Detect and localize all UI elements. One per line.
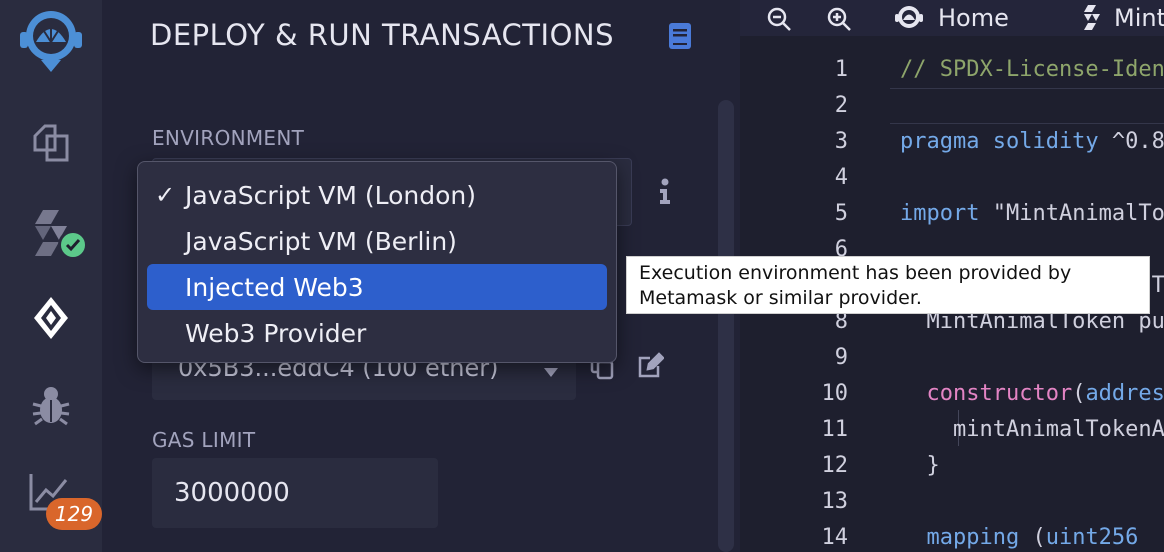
- code-text: mintAnimalTokenAddress: [900, 417, 1164, 442]
- code-token: }: [900, 453, 940, 478]
- code-token: ^0.8.0;: [1111, 129, 1164, 154]
- analysis-count-badge: 129: [46, 498, 102, 530]
- panel-title: DEPLOY & RUN TRANSACTIONS: [150, 18, 614, 52]
- debugger-bug-icon[interactable]: [0, 380, 102, 430]
- dropdown-option-label: Injected Web3: [185, 272, 364, 302]
- code-line[interactable]: 3 pragma solidity ^0.8.0;: [740, 124, 1164, 160]
- code-line[interactable]: 10 constructor(address: [740, 376, 1164, 412]
- dropdown-option-injected-web3[interactable]: Injected Web3: [147, 264, 607, 310]
- line-number: 5: [834, 201, 848, 226]
- remix-home-icon: [894, 4, 924, 37]
- code-token: constructor: [900, 381, 1073, 406]
- compile-success-icon: [58, 230, 88, 260]
- code-line[interactable]: 1 // SPDX-License-Identifier: [740, 52, 1164, 88]
- line-number: 11: [821, 417, 849, 442]
- line-number: 4: [834, 165, 848, 190]
- code-text: // SPDX-License-Identifier: [900, 57, 1164, 82]
- solidity-file-icon: [1082, 4, 1102, 37]
- panel-scrollbar[interactable]: [718, 100, 734, 552]
- line-number: 12: [821, 453, 849, 478]
- line-number: 10: [821, 381, 849, 406]
- file-explorer-icon[interactable]: [0, 118, 102, 166]
- tooltip-line-2: Metamask or similar provider.: [639, 287, 922, 309]
- editor-tab-bar: Home Mint: [740, 0, 1164, 36]
- code-text: constructor(address: [900, 381, 1164, 406]
- code-token: pragma solidity: [900, 129, 1112, 154]
- dropdown-option-javascript-vm-berlin[interactable]: JavaScript VM (Berlin): [147, 218, 607, 264]
- edit-pencil-icon[interactable]: [636, 352, 665, 385]
- environment-dropdown-menu: ✓ JavaScript VM (London) JavaScript VM (…: [137, 161, 617, 363]
- code-line[interactable]: 12 }: [740, 448, 1164, 484]
- code-token: address: [1085, 381, 1164, 406]
- code-line[interactable]: 5 import "MintAnimalToken.sol";: [740, 196, 1164, 232]
- line-number: 9: [834, 345, 848, 370]
- code-line[interactable]: 11 mintAnimalTokenAddress: [740, 412, 1164, 448]
- line-number: 13: [821, 489, 849, 514]
- dropdown-option-javascript-vm-london[interactable]: ✓ JavaScript VM (London): [147, 172, 607, 218]
- code-line[interactable]: 14 mapping (uint256: [740, 520, 1164, 552]
- line-number: 2: [834, 93, 848, 118]
- tab-home[interactable]: Home: [938, 4, 1009, 32]
- remix-logo-icon[interactable]: [0, 2, 102, 76]
- zoom-out-icon[interactable]: [766, 6, 792, 37]
- code-token: (: [1032, 525, 1046, 550]
- code-text: }: [900, 453, 940, 478]
- environment-tooltip: Execution environment has been provided …: [626, 256, 1150, 314]
- code-token: // SPDX-License-Identifier: [900, 57, 1164, 82]
- line-number: 14: [821, 525, 849, 550]
- solidity-compiler-icon[interactable]: [0, 206, 102, 260]
- tooltip-line-1: Execution environment has been provided …: [639, 262, 1072, 284]
- tab-mint-animal-token[interactable]: Mint: [1114, 4, 1164, 32]
- icon-rail: 129: [0, 0, 102, 552]
- code-token: import: [900, 201, 993, 226]
- code-line[interactable]: 4: [740, 160, 1164, 196]
- zoom-in-icon[interactable]: [826, 6, 852, 37]
- code-text: mapping (uint256: [900, 525, 1138, 550]
- checkmark-icon: ✓: [155, 181, 176, 209]
- dropdown-option-label: Web3 Provider: [185, 318, 367, 348]
- dropdown-option-web3-provider[interactable]: Web3 Provider: [147, 310, 607, 356]
- code-token: "MintAnimalToken.sol";: [992, 201, 1164, 226]
- line-number: 1: [834, 57, 848, 82]
- documentation-book-icon[interactable]: [668, 22, 692, 55]
- gas-limit-input[interactable]: [152, 458, 438, 528]
- line-number: 3: [834, 129, 848, 154]
- deploy-run-icon[interactable]: [0, 292, 102, 344]
- dropdown-option-label: JavaScript VM (Berlin): [185, 226, 457, 256]
- dropdown-option-label: JavaScript VM (London): [185, 180, 477, 210]
- code-line[interactable]: 9: [740, 340, 1164, 376]
- chevron-down-icon: [544, 368, 558, 377]
- code-text: import "MintAnimalToken.sol";: [900, 201, 1164, 226]
- code-line[interactable]: 2: [740, 88, 1164, 124]
- code-text: pragma solidity ^0.8.0;: [900, 129, 1164, 154]
- code-token: (: [1072, 381, 1086, 406]
- code-token: uint256: [1045, 525, 1139, 550]
- info-icon[interactable]: [658, 178, 672, 211]
- code-token: mintAnimalTokenAddress: [952, 417, 1164, 442]
- code-token: mapping: [900, 525, 1033, 550]
- environment-label: ENVIRONMENT: [152, 126, 305, 150]
- gas-limit-label: GAS LIMIT: [152, 428, 256, 452]
- code-line[interactable]: 13: [740, 484, 1164, 520]
